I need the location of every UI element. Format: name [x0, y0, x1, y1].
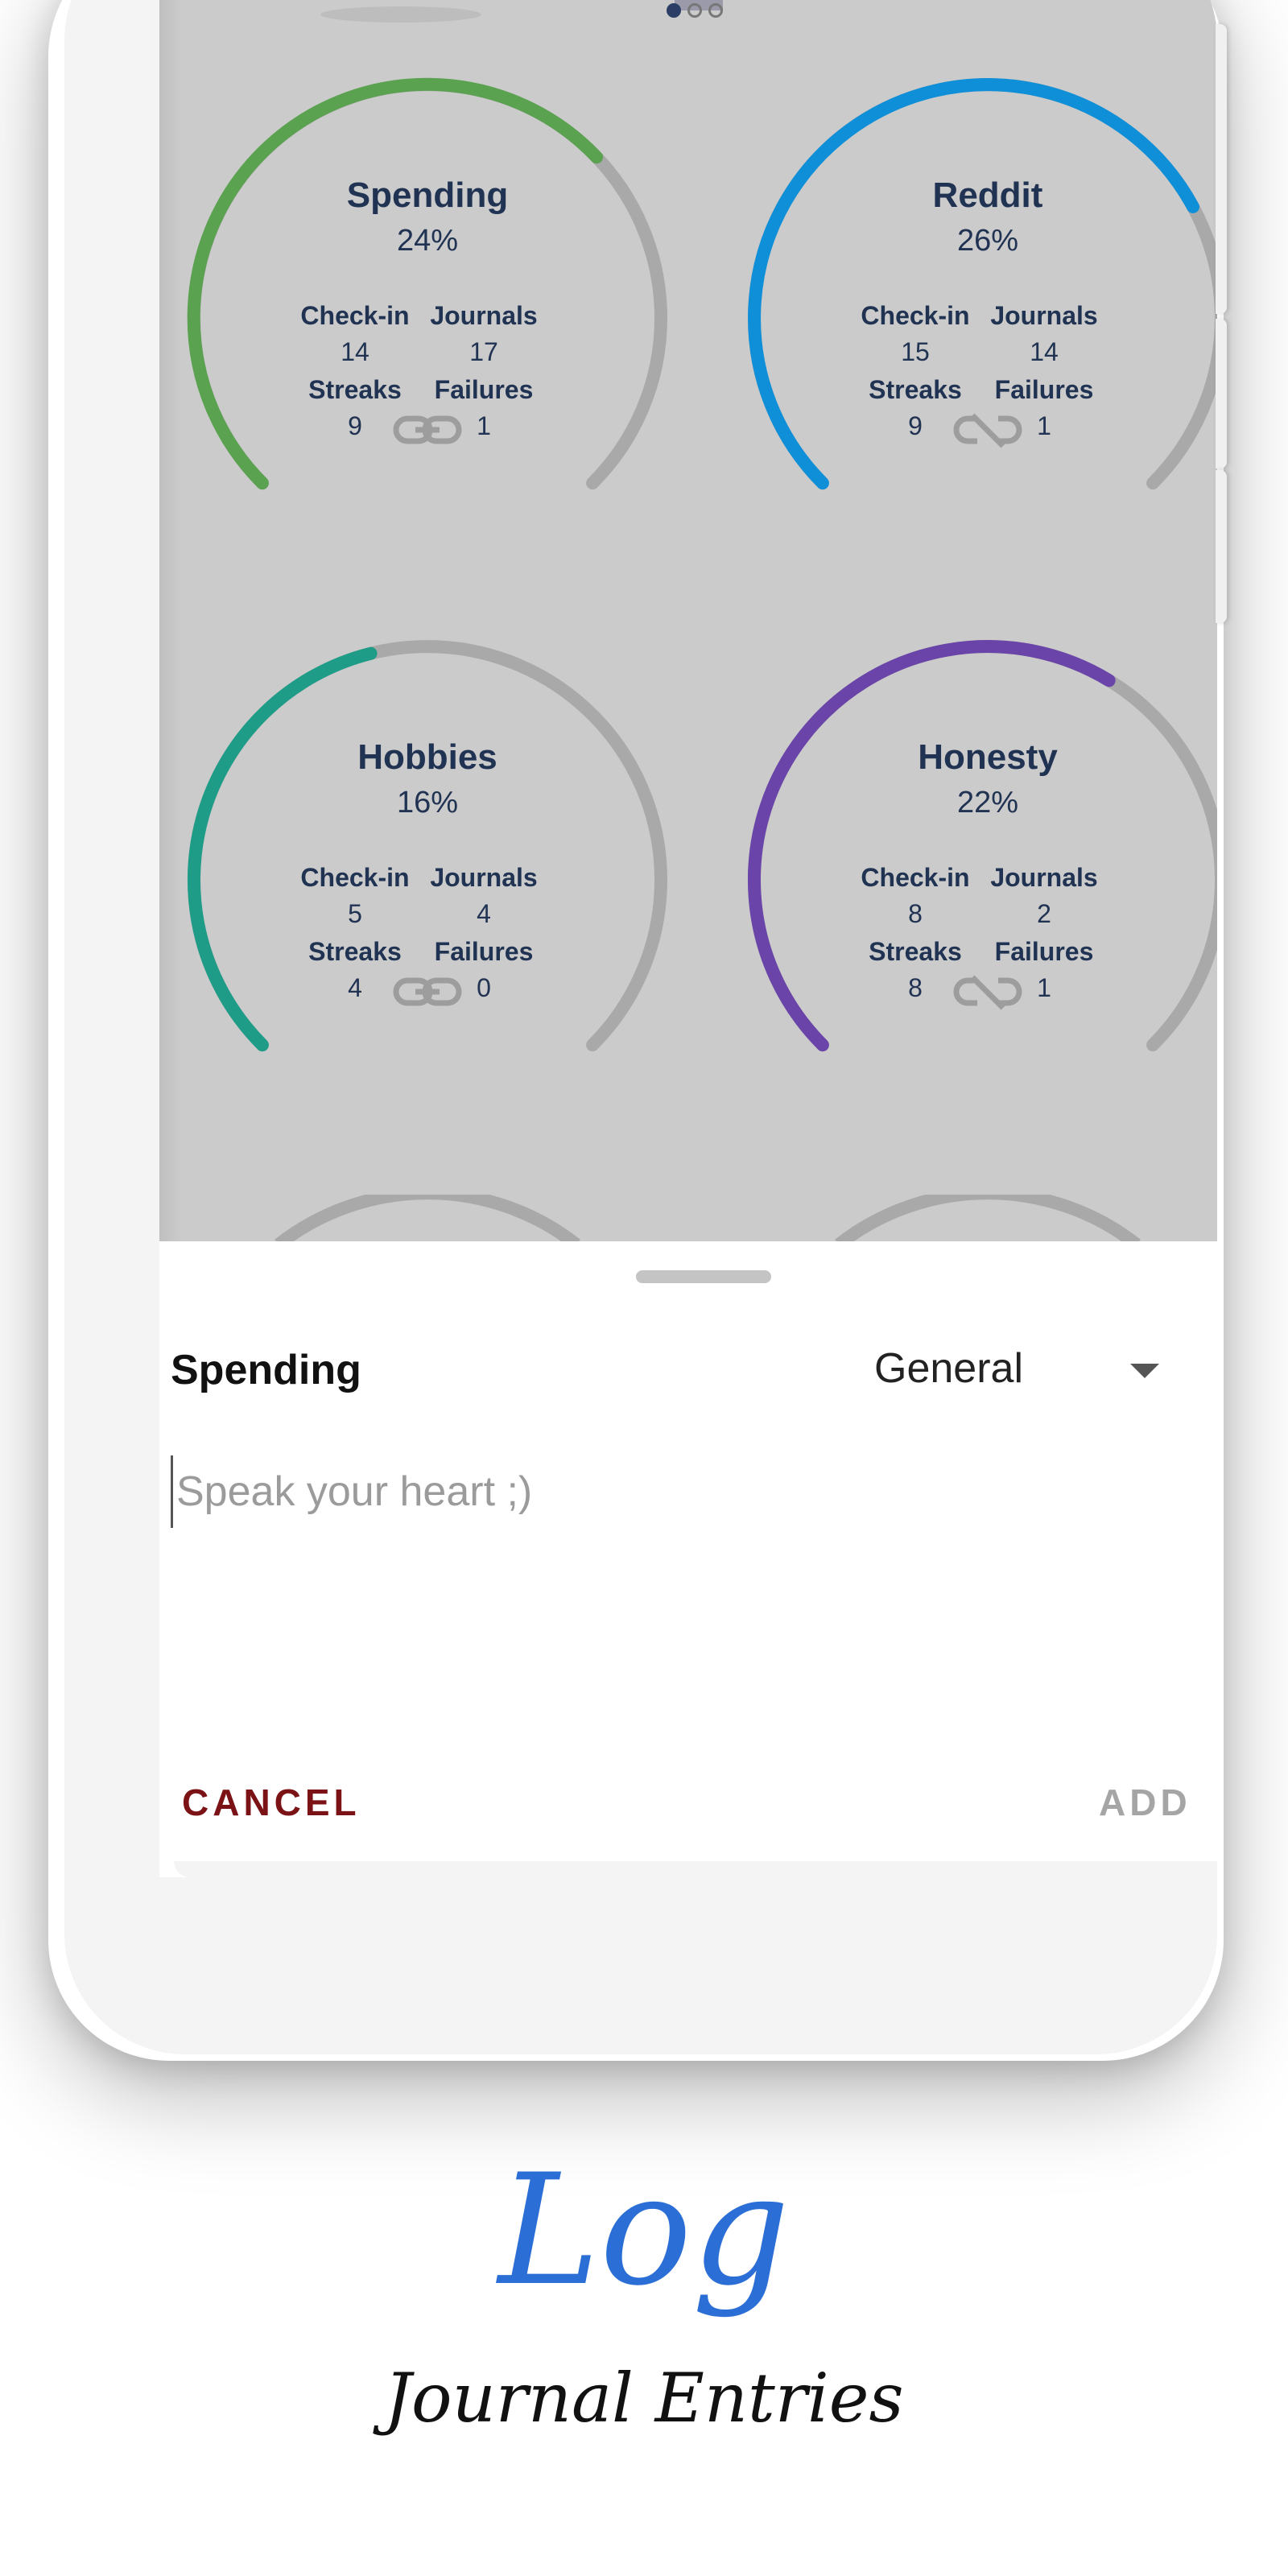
- caption-title: Log: [497, 2141, 791, 2319]
- stat-label: Failures: [434, 375, 534, 404]
- stat-value: 15: [901, 337, 930, 366]
- stat-label: Check-in: [861, 863, 970, 892]
- habit-card[interactable]: Reddit 26% Check-in 15 Journals 14 Streaks 9 Fai…: [742, 72, 1217, 564]
- stat-value: 4: [477, 899, 491, 928]
- habit-row-partial: [275, 1195, 1141, 1241]
- stat-label: Check-in: [300, 301, 410, 330]
- stat-value: 5: [348, 899, 362, 928]
- caption-subtitle: Journal Entries: [384, 2359, 904, 2438]
- habit-card[interactable]: Hobbies 16% Check-in 5 Journals 4 Streaks 4 Fail…: [182, 634, 673, 1125]
- habit-name: Honesty: [918, 737, 1058, 777]
- carousel-dot[interactable]: [708, 3, 723, 18]
- unlink-icon[interactable]: [953, 412, 1022, 449]
- stat-value: 14: [341, 337, 369, 366]
- stat-checkin: Check-in 8: [847, 863, 984, 929]
- stat-label: Check-in: [300, 863, 410, 892]
- stat-label: Failures: [994, 375, 1094, 404]
- stat-label: Streaks: [308, 375, 402, 404]
- carousel-indicator: [667, 3, 723, 18]
- link-icon[interactable]: [393, 412, 462, 449]
- selected-habit-name: Spending: [171, 1347, 361, 1393]
- stat-label: Check-in: [861, 301, 970, 330]
- stat-label: Failures: [994, 937, 1094, 966]
- cancel-button[interactable]: CANCEL: [182, 1781, 361, 1824]
- stat-label: Journals: [430, 301, 538, 330]
- stat-label: Streaks: [869, 375, 962, 404]
- stat-label: Streaks: [869, 937, 962, 966]
- stat-journals: Journals 17: [415, 301, 552, 367]
- app-screen: Spending 24% Check-in 14 Journals 17 Streaks 9 F…: [159, 0, 1217, 1241]
- unlink-icon[interactable]: [953, 974, 1022, 1011]
- habit-name: Spending: [346, 175, 509, 215]
- stat-label: Journals: [990, 863, 1098, 892]
- stat-journals: Journals 4: [415, 863, 552, 929]
- stat-value: 8: [908, 899, 923, 928]
- stat-value: 14: [1030, 337, 1059, 366]
- stat-label: Journals: [430, 863, 538, 892]
- habit-percent: 16%: [396, 786, 459, 819]
- category-value: General: [874, 1345, 1023, 1392]
- phone-power-button: [1216, 470, 1227, 623]
- habit-percent: 26%: [956, 224, 1019, 258]
- phone-frame: Spending 24% Check-in 14 Journals 17 Streaks 9 F…: [64, 0, 1217, 2054]
- stat-value: 2: [1037, 899, 1051, 928]
- carousel-dot-active[interactable]: [667, 3, 681, 18]
- habit-name: Reddit: [932, 175, 1043, 215]
- phone-volume-button: [1216, 319, 1227, 469]
- stat-journals: Journals 2: [976, 863, 1113, 929]
- journal-bottom-sheet: Spending General CANCEL ADD: [159, 1241, 1217, 1877]
- stat-label: Journals: [990, 301, 1098, 330]
- habit-card[interactable]: Spending 24% Check-in 14 Journals 17 Streaks 9 F…: [182, 72, 673, 564]
- sheet-drag-handle[interactable]: [636, 1270, 771, 1283]
- category-dropdown[interactable]: General: [874, 1344, 1212, 1401]
- stat-checkin: Check-in 15: [847, 301, 984, 367]
- dropdown-caret-icon: [1130, 1364, 1159, 1378]
- add-button[interactable]: ADD: [1099, 1781, 1191, 1824]
- phone-side-button: [1216, 24, 1227, 314]
- stat-label: Streaks: [308, 937, 402, 966]
- link-icon[interactable]: [393, 974, 462, 1011]
- habit-card[interactable]: Honesty 22% Check-in 8 Journals 2 Streaks 8 Fail…: [742, 634, 1217, 1125]
- stat-journals: Journals 14: [976, 301, 1113, 367]
- habit-percent: 24%: [396, 224, 459, 258]
- stat-checkin: Check-in 14: [287, 301, 423, 367]
- stat-value: 17: [469, 337, 498, 366]
- habit-percent: 22%: [956, 786, 1019, 819]
- carousel-dot[interactable]: [687, 3, 702, 18]
- stat-checkin: Check-in 5: [287, 863, 423, 929]
- journal-entry-input[interactable]: [171, 1455, 1217, 1528]
- stat-label: Failures: [434, 937, 534, 966]
- habit-name: Hobbies: [357, 737, 497, 777]
- onboarding-illustration: [159, 0, 1217, 32]
- sheet-footer: [174, 1861, 1217, 1877]
